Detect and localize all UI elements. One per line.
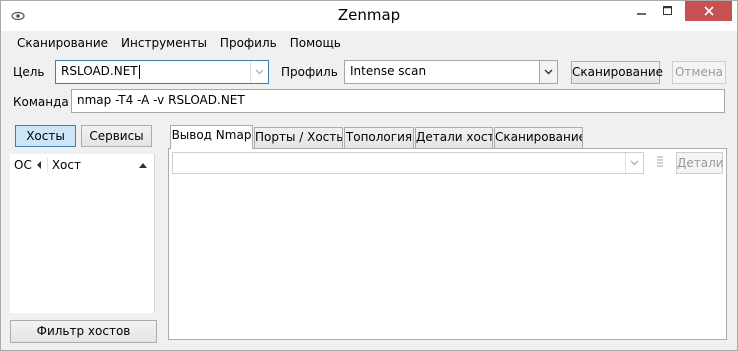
profile-label: Профиль: [281, 65, 338, 79]
command-label: Команда: [13, 95, 69, 109]
menu-bar: Сканирование Инструменты Профиль Помощь: [1, 32, 348, 53]
minimize-icon: [637, 13, 646, 15]
tab-topology[interactable]: Топология: [344, 127, 414, 148]
tab-host-details[interactable]: Детали хоста: [415, 127, 493, 148]
sort-ascending-icon: [139, 162, 147, 168]
menu-tools[interactable]: Инструменты: [115, 33, 214, 53]
output-host-dropdown-button[interactable]: [625, 153, 643, 173]
maximize-button[interactable]: [655, 1, 681, 21]
services-toggle-button[interactable]: Сервисы: [81, 125, 152, 147]
hosts-toggle-button[interactable]: Хосты: [15, 125, 76, 147]
target-label: Цель: [13, 65, 45, 79]
window-title: Zenmap: [337, 6, 401, 24]
minimize-button[interactable]: [629, 1, 655, 21]
host-list-header: ОС Хост: [10, 154, 155, 176]
profile-dropdown-button[interactable]: [539, 61, 557, 83]
command-input[interactable]: nmap -T4 -A -v RSLOAD.NET: [71, 89, 725, 113]
host-column-header[interactable]: Хост: [46, 158, 155, 172]
profile-combo[interactable]: Intense scan: [344, 60, 558, 84]
host-column-label: Хост: [51, 158, 81, 172]
scan-button[interactable]: Сканирование: [571, 61, 663, 84]
menu-scan[interactable]: Сканирование: [11, 33, 115, 53]
target-dropdown-button[interactable]: [250, 61, 268, 83]
close-button[interactable]: [685, 1, 732, 21]
cancel-button[interactable]: Отмена: [672, 61, 726, 84]
zenmap-window: Zenmap Сканирование Инструменты Профиль …: [0, 0, 738, 351]
maximize-icon: [663, 6, 672, 15]
tab-scans[interactable]: Сканирование: [494, 127, 583, 148]
tab-nmap-output[interactable]: Вывод Nmap: [170, 125, 253, 149]
text-cursor: [138, 64, 140, 79]
os-column-label: ОС: [14, 158, 32, 172]
chevron-down-icon: [630, 160, 639, 166]
target-input[interactable]: RSLOAD.NET: [61, 64, 138, 78]
tab-ports-hosts[interactable]: Порты / Хосты: [254, 127, 343, 148]
close-icon: [703, 6, 714, 16]
menu-help[interactable]: Помощь: [284, 33, 348, 53]
details-button[interactable]: Детали: [676, 152, 724, 174]
target-combo[interactable]: RSLOAD.NET: [55, 60, 269, 84]
output-host-combo[interactable]: [172, 152, 644, 174]
os-column-header[interactable]: ОС: [10, 158, 42, 172]
host-list[interactable]: ОС Хост: [10, 154, 155, 313]
chevron-down-icon: [544, 69, 553, 75]
host-filter-button[interactable]: Фильтр хостов: [10, 320, 157, 343]
sort-left-icon: [36, 161, 41, 169]
nmap-output-page: Детали: [168, 148, 727, 340]
title-bar: Zenmap: [1, 1, 737, 31]
profile-value: Intense scan: [350, 64, 427, 78]
menu-profile[interactable]: Профиль: [214, 33, 284, 53]
chevron-down-icon: [255, 69, 264, 75]
drag-handle-icon[interactable]: [657, 156, 663, 168]
